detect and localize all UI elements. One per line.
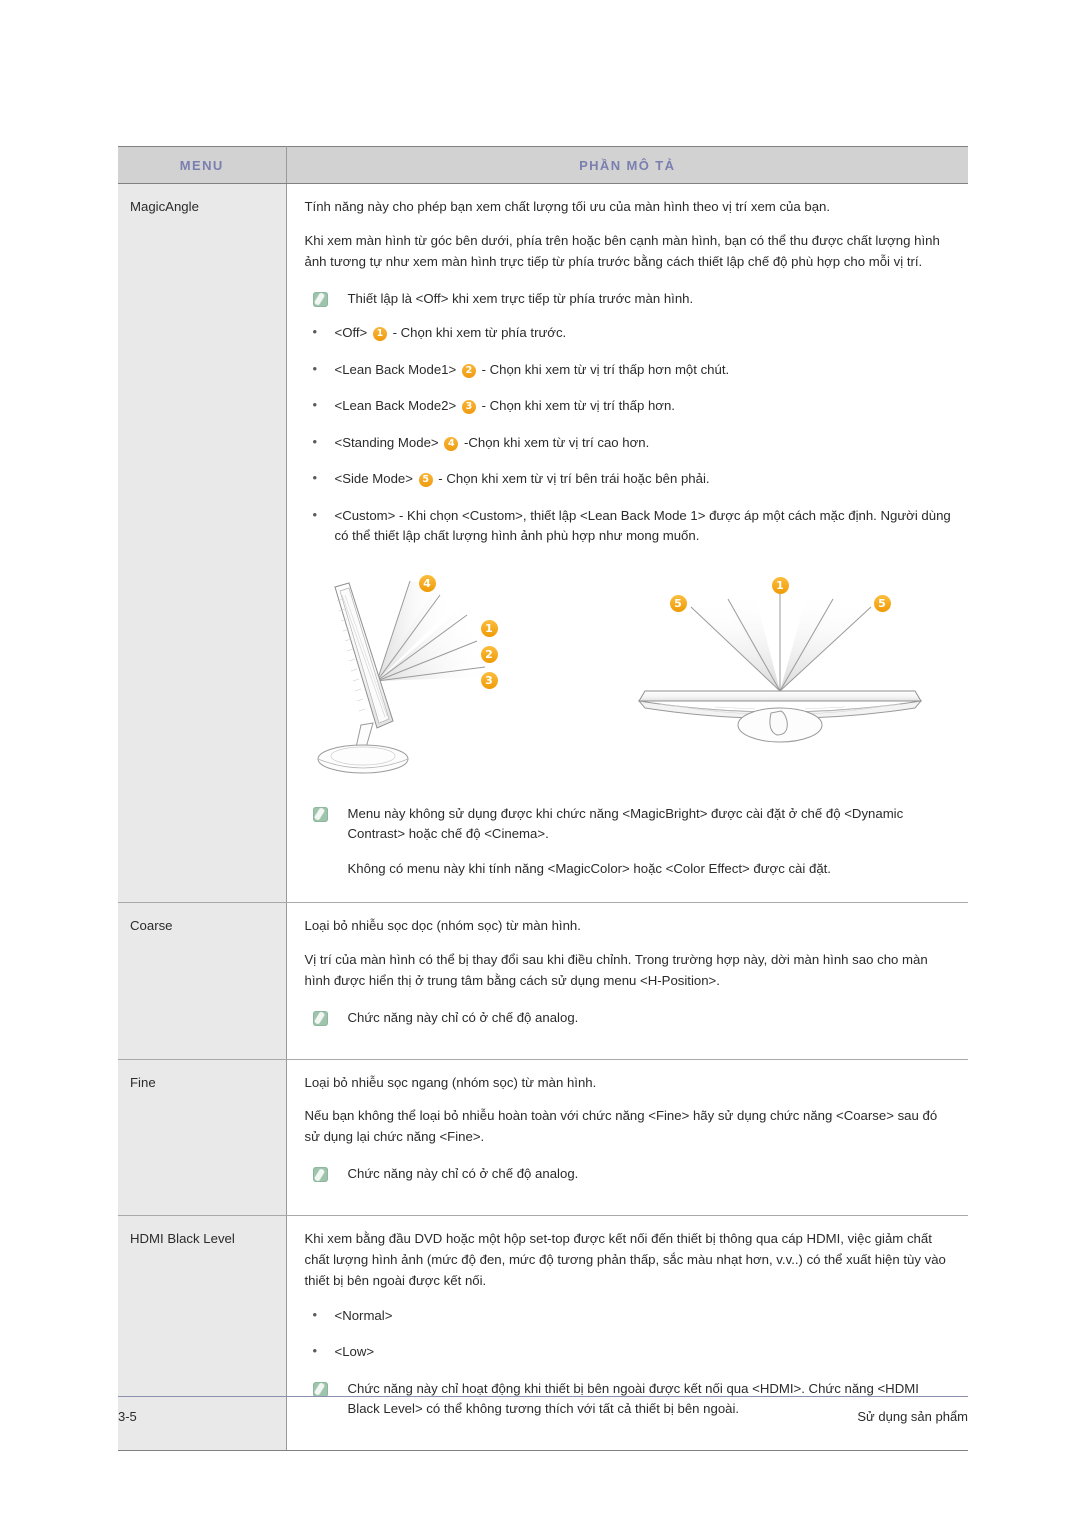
description-magicangle: Tính năng này cho phép bạn xem chất lượn…: [286, 183, 968, 904]
note-text: Menu này không sử dụng được khi chức năn…: [347, 805, 904, 842]
note-block: Thiết lập là <Off> khi xem trực tiếp từ …: [312, 289, 955, 310]
figure-badge-3: 3: [480, 671, 498, 689]
menu-label-coarse: Coarse: [118, 902, 287, 1060]
figure-badge-2: 2: [480, 645, 498, 663]
list-item: <Normal>: [305, 1305, 955, 1326]
column-header-menu: MENU: [118, 146, 287, 184]
figure-badge-5-left: 5: [669, 594, 687, 612]
option-desc: - Chọn khi xem từ phía trước.: [392, 325, 567, 341]
note-icon: [312, 1010, 328, 1026]
footer-section-title: Sử dụng sản phẩm: [857, 1409, 968, 1424]
figure-badge-1-center: 1: [771, 576, 789, 594]
paragraph: Khi xem màn hình từ góc bên dưới, phía t…: [304, 232, 940, 269]
list-item: <Custom> - Khi chọn <Custom>, thiết lập …: [305, 505, 955, 547]
page-number: 3-5: [118, 1409, 137, 1424]
option-label: <Standing Mode>: [334, 434, 439, 450]
list-item: <Lean Back Mode2> 3 - Chọn khi xem từ vị…: [305, 395, 955, 416]
paragraph: Khi xem bằng đầu DVD hoặc một hộp set-to…: [304, 1231, 946, 1288]
figure-badge-4: 4: [418, 574, 436, 592]
badge-number: 2: [461, 363, 476, 378]
option-desc: - Chọn khi xem từ vị trí thấp hơn một ch…: [481, 361, 730, 377]
note-text: Chức năng này chỉ có ở chế độ analog.: [347, 1009, 579, 1025]
magicangle-option-list: <Off> 1 - Chọn khi xem từ phía trước. <L…: [305, 322, 955, 547]
paragraph: Loại bỏ nhiễu sọc dọc (nhóm sọc) từ màn …: [304, 918, 581, 934]
paragraph: Loại bỏ nhiễu sọc ngang (nhóm sọc) từ mà…: [304, 1074, 597, 1090]
note-icon: [312, 1167, 328, 1183]
note-block: Menu này không sử dụng được khi chức năn…: [312, 804, 955, 846]
badge-number: 3: [461, 400, 476, 415]
option-label: <Side Mode>: [334, 471, 413, 487]
option-desc: -Chọn khi xem từ vị trí cao hơn.: [463, 434, 650, 450]
badge-number: 4: [444, 436, 459, 451]
table-row: Fine Loại bỏ nhiễu sọc ngang (nhóm sọc) …: [118, 1059, 968, 1217]
description-coarse: Loại bỏ nhiễu sọc dọc (nhóm sọc) từ màn …: [286, 902, 968, 1060]
option-label: <Custom> - Khi chọn <Custom>, thiết lập …: [334, 507, 951, 544]
description-fine: Loại bỏ nhiễu sọc ngang (nhóm sọc) từ mà…: [286, 1059, 968, 1217]
specifications-table: MENU PHẦN MÔ TẢ MagicAngle Tính năng này…: [118, 146, 968, 1452]
paragraph: Nếu bạn không thể loại bỏ nhiễu hoàn toà…: [304, 1108, 938, 1145]
note-text: Chức năng này chỉ có ở chế độ analog.: [347, 1166, 579, 1182]
paragraph: Vị trí của màn hình có thể bị thay đổi s…: [304, 952, 928, 988]
table-row: Coarse Loại bỏ nhiễu sọc dọc (nhóm sọc) …: [118, 902, 968, 1060]
note-block: Chức năng này chỉ có ở chế độ analog.: [312, 1164, 955, 1185]
table-row: MagicAngle Tính năng này cho phép bạn xe…: [118, 183, 968, 904]
note-icon: [312, 806, 328, 822]
note-icon: [312, 1381, 328, 1397]
badge-number: 1: [372, 327, 387, 342]
side-view-monitor: [317, 580, 487, 774]
list-item: <Lean Back Mode1> 2 - Chọn khi xem từ vị…: [305, 359, 955, 380]
list-item: <Off> 1 - Chọn khi xem từ phía trước.: [305, 322, 955, 343]
list-item: <Side Mode> 5 - Chọn khi xem từ vị trí b…: [305, 468, 955, 489]
paragraph: Tính năng này cho phép bạn xem chất lượn…: [304, 199, 831, 214]
table-header-row: MENU PHẦN MÔ TẢ: [118, 146, 968, 184]
badge-number: 5: [418, 473, 433, 488]
option-label: <Off>: [334, 325, 368, 341]
note-text: Thiết lập là <Off> khi xem trực tiếp từ …: [347, 290, 694, 306]
list-item: <Standing Mode> 4 -Chọn khi xem từ vị tr…: [305, 432, 955, 453]
menu-label-magicangle: MagicAngle: [118, 183, 287, 904]
column-header-description: PHẦN MÔ TẢ: [286, 146, 968, 184]
note-block: Chức năng này chỉ có ở chế độ analog.: [312, 1008, 955, 1029]
figure-badge-1: 1: [480, 619, 498, 637]
menu-label-fine: Fine: [118, 1059, 287, 1217]
option-label: <Lean Back Mode1>: [334, 361, 457, 377]
page-footer: 3-5 Sử dụng sản phẩm: [118, 1396, 968, 1424]
figure-badge-5-right: 5: [873, 594, 891, 612]
note-subtext: Không có menu này khi tính năng <MagicCo…: [347, 861, 831, 877]
viewing-angle-figure: 4 1 2 3 5 1 5: [315, 573, 955, 788]
document-page: MENU PHẦN MÔ TẢ MagicAngle Tính năng này…: [0, 0, 1080, 1527]
monitor-angle-diagram: [317, 580, 922, 774]
hdmi-option-list: <Normal> <Low>: [305, 1305, 955, 1363]
note-icon: [312, 291, 328, 307]
list-item: <Low>: [305, 1341, 955, 1362]
option-label: <Lean Back Mode2>: [334, 398, 457, 414]
option-desc: - Chọn khi xem từ vị trí bên trái hoặc b…: [438, 471, 710, 487]
option-desc: - Chọn khi xem từ vị trí thấp hơn.: [481, 398, 675, 414]
